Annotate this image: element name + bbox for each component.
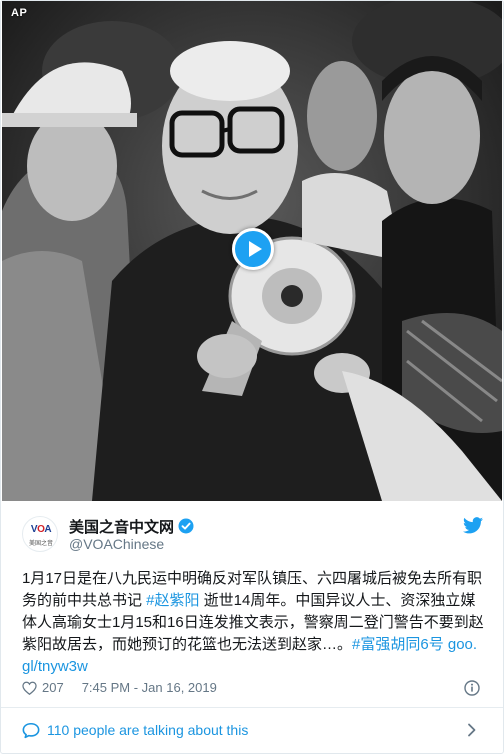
play-icon bbox=[249, 241, 262, 257]
chevron-right-icon bbox=[468, 723, 476, 737]
display-name[interactable]: 美国之音中文网 bbox=[69, 519, 174, 536]
tweet-meta: 207 7:45 PM - Jan 16, 2019 bbox=[22, 679, 217, 699]
tweet-embed-card: AP VOA 美国之音 美国之音中文网 @VOAChinese 1月17日是在八… bbox=[0, 0, 504, 754]
hashtag-link[interactable]: #赵紫阳 bbox=[146, 592, 199, 609]
display-name-row[interactable]: 美国之音中文网 bbox=[69, 516, 194, 537]
photo-source-tag: AP bbox=[11, 7, 28, 19]
account-handle[interactable]: @VOAChinese bbox=[69, 536, 164, 552]
tweet-text: 1月17日是在八九民运中明确反对军队镇压、六四屠城后被免去所有职务的前中共总书记… bbox=[22, 568, 484, 678]
tweet-media-photo[interactable]: AP bbox=[2, 1, 502, 501]
heart-icon[interactable] bbox=[22, 681, 37, 695]
like-count[interactable]: 207 bbox=[42, 680, 64, 695]
avatar-subtext: 美国之音 bbox=[28, 541, 53, 547]
verified-badge-icon bbox=[178, 518, 194, 534]
info-icon[interactable] bbox=[464, 680, 480, 696]
voa-logo: VOA bbox=[30, 524, 52, 535]
tweet-header: VOA 美国之音 美国之音中文网 @VOAChinese bbox=[1, 501, 503, 561]
speech-bubble-icon bbox=[22, 722, 40, 739]
hashtag-link[interactable]: #富强胡同6号 bbox=[352, 636, 444, 653]
tweet-timestamp[interactable]: 7:45 PM - Jan 16, 2019 bbox=[82, 680, 217, 695]
conversation-label[interactable]: 110 people are talking about this bbox=[47, 722, 248, 738]
avatar[interactable]: VOA 美国之音 bbox=[22, 516, 58, 552]
twitter-bird-icon[interactable] bbox=[463, 517, 483, 534]
conversation-link[interactable]: 110 people are talking about this bbox=[1, 708, 503, 753]
video-play-button[interactable] bbox=[232, 228, 274, 270]
